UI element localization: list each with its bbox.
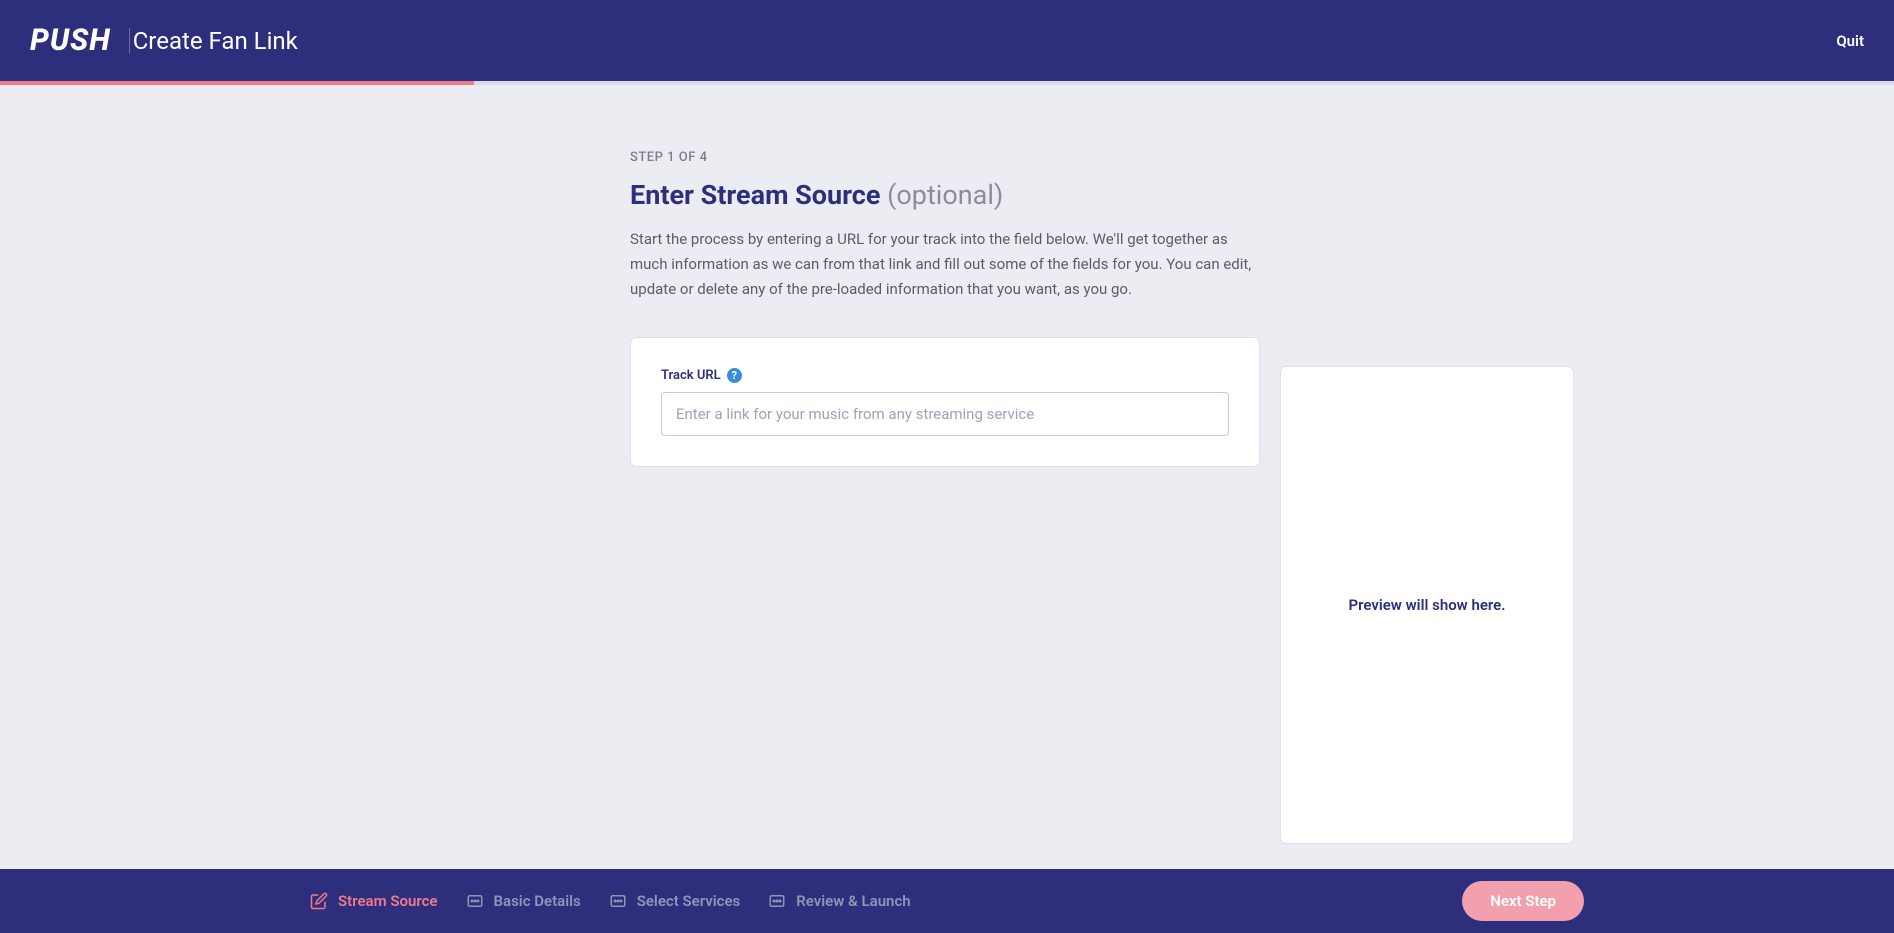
next-step-button[interactable]: Next Step [1462, 881, 1584, 921]
more-box-icon [609, 892, 627, 910]
footer-step-select-services[interactable]: Select Services [609, 892, 741, 910]
more-box-icon [466, 892, 484, 910]
more-box-icon [768, 892, 786, 910]
footer-step-basic-details[interactable]: Basic Details [466, 892, 581, 910]
header: PUSH Create Fan Link Quit [0, 0, 1894, 81]
page-title: Enter Stream Source (optional) [630, 179, 1260, 211]
logo[interactable]: PUSH [30, 23, 129, 58]
preview-placeholder-text: Preview will show here. [1348, 596, 1505, 614]
track-url-label-row: Track URL ? [661, 368, 1229, 383]
step-label: STEP 1 OF 4 [630, 150, 1260, 165]
footer-step-label: Select Services [637, 892, 741, 910]
form-card: Track URL ? [630, 337, 1260, 467]
help-icon[interactable]: ? [727, 368, 742, 383]
track-url-input[interactable] [661, 392, 1229, 436]
footer-step-label: Review & Launch [796, 892, 910, 910]
footer: Stream Source Basic Details [0, 869, 1894, 933]
footer-step-stream-source[interactable]: Stream Source [310, 892, 438, 910]
track-url-label: Track URL [661, 368, 721, 383]
page-title-main: Enter Stream Source [630, 179, 880, 211]
footer-steps: Stream Source Basic Details [310, 892, 911, 910]
page-title-optional: (optional) [887, 179, 1003, 211]
edit-icon [310, 892, 328, 910]
footer-step-label: Basic Details [494, 892, 581, 910]
page-description: Start the process by entering a URL for … [630, 227, 1260, 301]
footer-step-review-launch[interactable]: Review & Launch [768, 892, 910, 910]
footer-step-label: Stream Source [338, 892, 438, 910]
preview-panel: Preview will show here. [1280, 366, 1574, 844]
header-left: PUSH Create Fan Link [30, 23, 298, 58]
quit-link[interactable]: Quit [1836, 32, 1864, 50]
content-left: STEP 1 OF 4 Enter Stream Source (optiona… [320, 150, 1260, 467]
page-header-title: Create Fan Link [129, 28, 298, 54]
